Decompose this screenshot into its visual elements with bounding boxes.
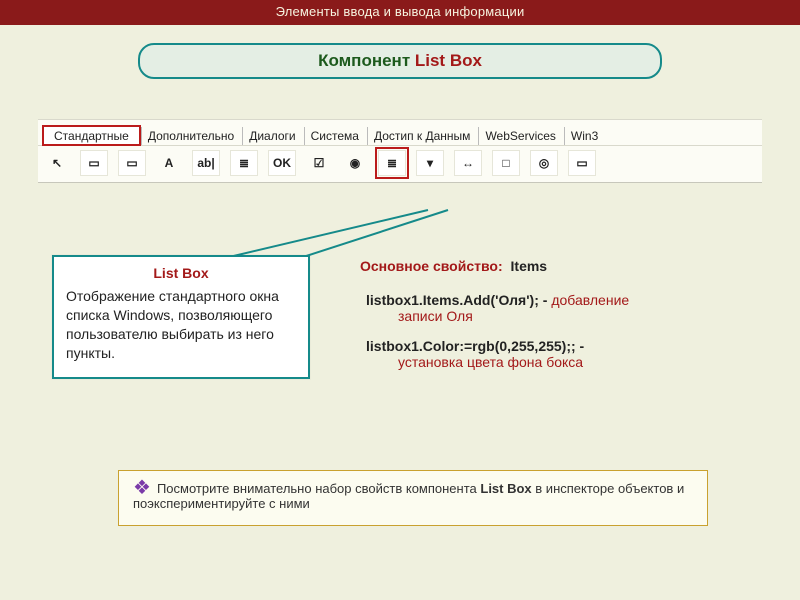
label-icon[interactable]: A [156, 151, 182, 175]
tab-dialogs[interactable]: Диалоги [242, 127, 303, 145]
code2: listbox1.Color:=rgb(0,255,255);; - [366, 338, 584, 354]
slide-title: Компонент List Box [138, 43, 662, 79]
combobox-icon[interactable]: ▾ [416, 150, 444, 176]
callout-body: Отображение стандартного окна списка Win… [66, 287, 296, 363]
prop-label: Основное свойство: [360, 258, 503, 274]
page-header: Элементы ввода и вывода информации [0, 0, 800, 25]
memo-icon[interactable]: ≣ [230, 150, 258, 176]
groupbox-icon[interactable]: □ [492, 150, 520, 176]
code1-comment-a: добавление [551, 292, 629, 308]
title-highlight: List Box [415, 51, 482, 70]
bullet-icon: ❖ [133, 481, 151, 495]
radio-icon[interactable]: ◉ [342, 151, 368, 175]
palette-icon-row: ↖ ▭ ▭ A ab| ≣ OK ☑ ◉ ≣ ▾ ↔ □ ◎ ▭ [38, 145, 762, 182]
code1: listbox1.Items.Add('Оля'); - [366, 292, 551, 308]
popup-icon[interactable]: ▭ [118, 150, 146, 176]
note-text-a: Посмотрите внимательно набор свойств ком… [157, 481, 480, 496]
tab-data-access[interactable]: Достип к Данным [367, 127, 478, 145]
note-strong: List Box [480, 481, 531, 496]
tab-standard[interactable]: Стандартные [42, 125, 141, 146]
edit-icon[interactable]: ab| [192, 150, 220, 176]
tab-system[interactable]: Система [304, 127, 367, 145]
panel-icon[interactable]: ▭ [568, 150, 596, 176]
tab-win32[interactable]: Win3 [564, 127, 606, 145]
tab-additional[interactable]: Дополнительно [141, 127, 242, 145]
palette-tabs: Стандартные Дополнительно Диалоги Систем… [38, 123, 762, 145]
component-palette: Стандартные Дополнительно Диалоги Систем… [38, 119, 762, 183]
radiogroup-icon[interactable]: ◎ [530, 150, 558, 176]
prop-value: Items [511, 258, 548, 274]
tip-note: ❖ Посмотрите внимательно набор свойств к… [118, 470, 708, 526]
listbox-callout: List Box Отображение стандартного окна с… [52, 255, 310, 379]
code-line-1: listbox1.Items.Add('Оля'); - добавление … [360, 292, 740, 324]
properties-text: Основное свойство: Items listbox1.Items.… [360, 258, 740, 384]
listbox-icon[interactable]: ≣ [378, 150, 406, 176]
checkbox-icon[interactable]: ☑ [306, 151, 332, 175]
code1-comment-b: записи Оля [366, 308, 740, 324]
tab-webservices[interactable]: WebServices [478, 127, 563, 145]
title-prefix: Компонент [318, 51, 415, 70]
code2-comment: установка цвета фона бокса [366, 354, 740, 370]
main-property: Основное свойство: Items [360, 258, 740, 274]
mainmenu-icon[interactable]: ▭ [80, 150, 108, 176]
code-line-2: listbox1.Color:=rgb(0,255,255);; - устан… [360, 338, 740, 370]
cursor-icon[interactable]: ↖ [44, 151, 70, 175]
button-icon[interactable]: OK [268, 150, 296, 176]
scrollbar-icon[interactable]: ↔ [454, 150, 482, 176]
callout-title: List Box [66, 265, 296, 281]
